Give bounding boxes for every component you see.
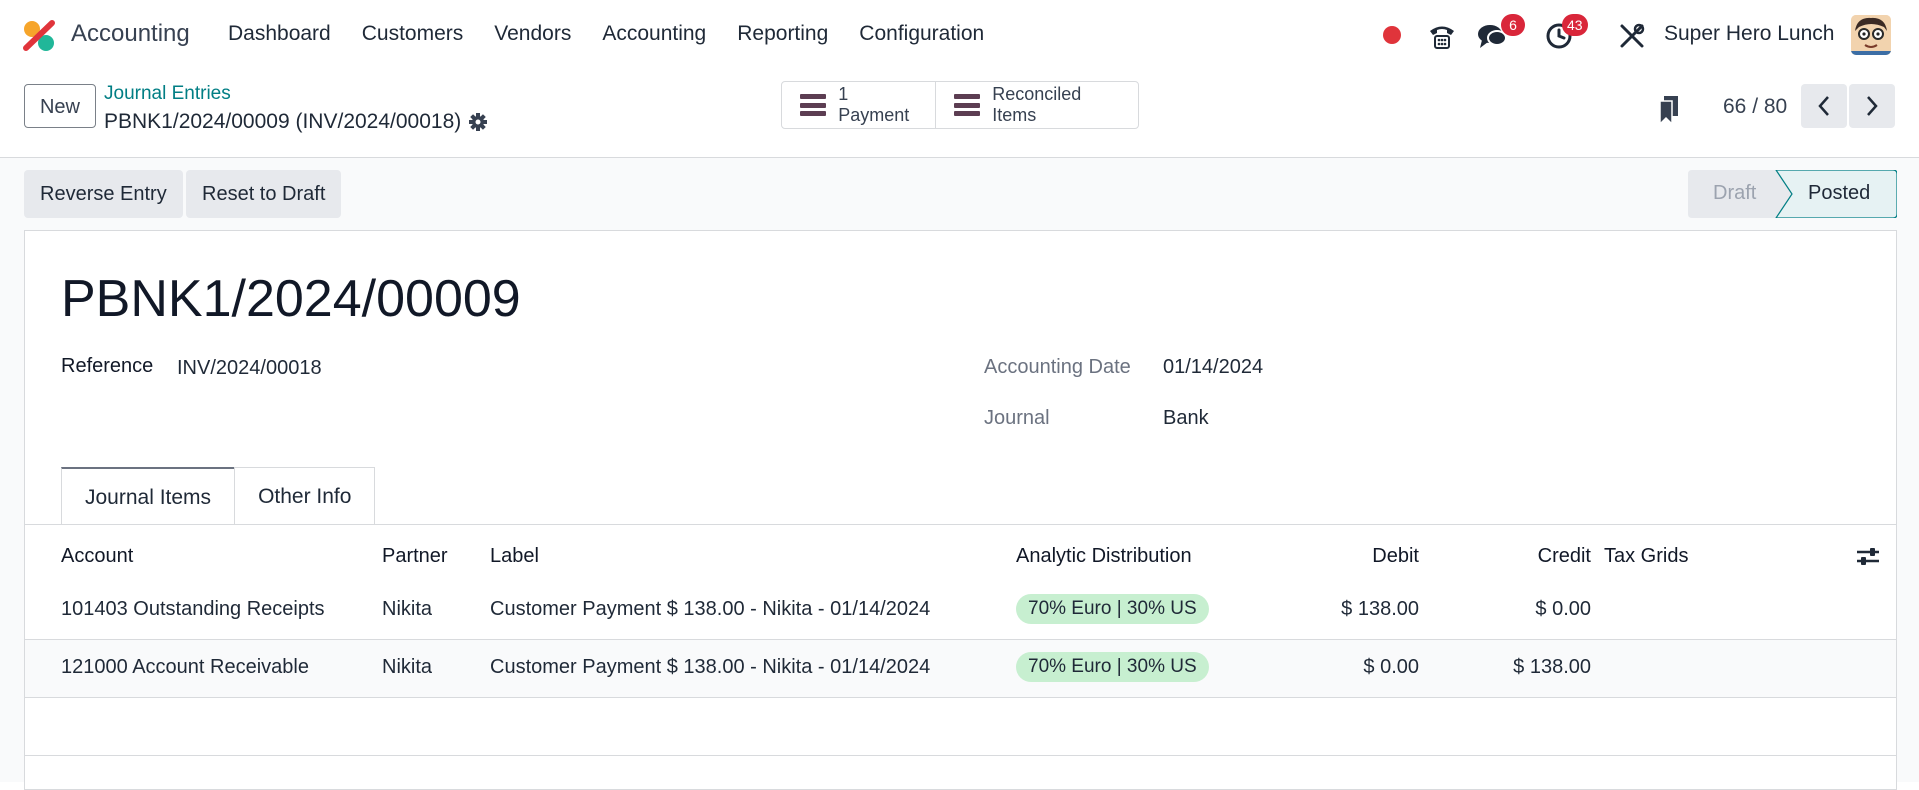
table-row[interactable]: 121000 Account Receivable Nikita Custome… — [25, 640, 1896, 698]
tab-other-info[interactable]: Other Info — [234, 467, 376, 524]
main-menu: Dashboard Customers Vendors Accounting R… — [228, 22, 1015, 46]
column-partner[interactable]: Partner — [382, 545, 448, 568]
phone-icon[interactable] — [1427, 22, 1457, 50]
recording-indicator-icon[interactable] — [1383, 26, 1401, 44]
payments-smart-button[interactable]: 1 Payment — [782, 82, 935, 128]
breadcrumb-journal-entries[interactable]: Journal Entries — [104, 83, 231, 105]
entry-title: PBNK1/2024/00009 — [61, 270, 521, 328]
menu-configuration[interactable]: Configuration — [859, 22, 984, 46]
control-panel: New Journal Entries PBNK1/2024/00009 (IN… — [0, 72, 1919, 158]
tabs-divider — [25, 524, 1896, 525]
list-bars-icon — [800, 94, 827, 116]
reverse-entry-button[interactable]: Reverse Entry — [24, 170, 183, 218]
column-label[interactable]: Label — [490, 545, 539, 568]
chevron-left-icon — [1818, 96, 1829, 116]
status-posted: Posted — [1808, 182, 1871, 204]
accounting-date-label: Accounting Date — [984, 356, 1131, 378]
discuss-count-badge: 6 — [1501, 14, 1525, 36]
tab-journal-items[interactable]: Journal Items — [61, 467, 236, 524]
smart-buttons: 1 Payment Reconciled Items — [781, 81, 1139, 129]
row-debit: $ 138.00 — [1341, 598, 1419, 620]
row-credit: $ 138.00 — [1513, 656, 1591, 678]
accounting-date-field[interactable]: 01/14/2024 — [1163, 356, 1263, 379]
gear-icon[interactable] — [468, 112, 488, 132]
reference-field[interactable]: INV/2024/00018 — [177, 357, 322, 380]
bookmark-pages-icon[interactable] — [1658, 96, 1680, 124]
column-debit[interactable]: Debit — [1265, 545, 1419, 568]
column-tax-grids[interactable]: Tax Grids — [1604, 545, 1688, 568]
company-switcher[interactable]: Super Hero Lunch — [1664, 22, 1834, 46]
reconciled-items-label: Reconciled Items — [992, 84, 1082, 125]
pager-value[interactable]: 66 / 80 — [1723, 95, 1787, 119]
user-avatar[interactable] — [1851, 15, 1891, 55]
reconciled-items-smart-button[interactable]: Reconciled Items — [934, 82, 1138, 128]
accounting-app-icon[interactable] — [22, 20, 56, 52]
analytic-distribution-tag[interactable]: 70% Euro | 30% US — [1016, 594, 1209, 624]
menu-reporting[interactable]: Reporting — [737, 22, 828, 46]
reference-label: Reference — [61, 355, 154, 377]
chevron-right-icon — [1867, 96, 1878, 116]
breadcrumb-current-record: PBNK1/2024/00009 (INV/2024/00018) — [104, 110, 462, 133]
analytic-distribution-tag[interactable]: 70% Euro | 30% US — [1016, 652, 1209, 682]
pager-previous-button[interactable] — [1801, 84, 1847, 128]
menu-dashboard[interactable]: Dashboard — [228, 22, 331, 46]
column-analytic-distribution[interactable]: Analytic Distribution — [1016, 545, 1192, 568]
debug-tools-icon[interactable] — [1619, 23, 1645, 49]
activity-count-badge: 43 — [1562, 14, 1588, 36]
table-row[interactable]: 101403 Outstanding Receipts Nikita Custo… — [25, 582, 1896, 640]
top-navbar: Accounting Dashboard Customers Vendors A… — [0, 0, 1919, 72]
row-credit: $ 0.00 — [1535, 598, 1591, 620]
new-button[interactable]: New — [24, 84, 96, 128]
column-credit[interactable]: Credit — [1425, 545, 1591, 568]
menu-accounting[interactable]: Accounting — [602, 22, 706, 46]
avatar-image-icon — [1851, 15, 1891, 55]
row-account: 121000 Account Receivable — [61, 656, 309, 678]
journal-field[interactable]: Bank — [1163, 407, 1209, 430]
list-bars-icon — [953, 94, 981, 116]
row-label: Customer Payment $ 138.00 - Nikita - 01/… — [490, 656, 931, 678]
form-sheet: PBNK1/2024/00009 Reference INV/2024/0001… — [24, 230, 1897, 790]
column-account[interactable]: Account — [61, 545, 133, 568]
status-draft[interactable]: Draft — [1713, 182, 1756, 205]
pager-next-button[interactable] — [1849, 84, 1895, 128]
row-partner: Nikita — [382, 598, 433, 620]
row-debit: $ 0.00 — [1363, 656, 1419, 678]
menu-vendors[interactable]: Vendors — [494, 22, 571, 46]
system-tray: 6 43 Super Hero Lunch — [1359, 0, 1919, 72]
journal-label: Journal — [984, 407, 1050, 429]
payments-smart-button-label: 1 Payment — [838, 84, 910, 125]
empty-table-row[interactable] — [25, 698, 1896, 756]
reset-to-draft-button[interactable]: Reset to Draft — [186, 170, 342, 218]
row-label: Customer Payment $ 138.00 - Nikita - 01/… — [490, 598, 931, 620]
optional-columns-icon[interactable] — [1857, 547, 1879, 567]
app-name[interactable]: Accounting — [71, 20, 190, 48]
menu-customers[interactable]: Customers — [362, 22, 464, 46]
notebook-tabs: Journal Items Other Info — [61, 467, 376, 525]
row-account: 101403 Outstanding Receipts — [61, 598, 325, 620]
row-partner: Nikita — [382, 656, 433, 678]
